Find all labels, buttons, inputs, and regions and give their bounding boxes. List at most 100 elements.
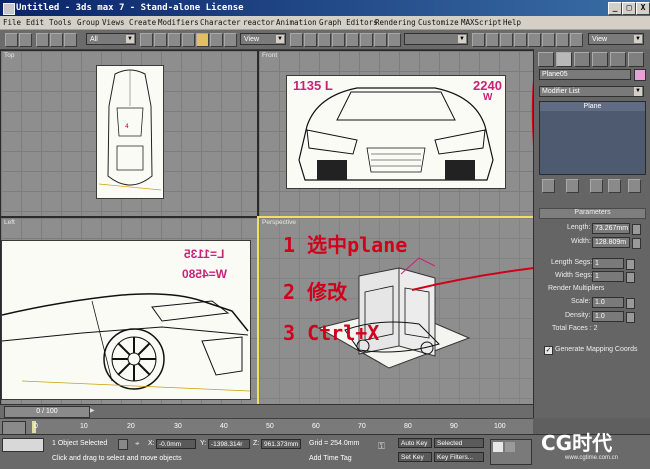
select-link-icon[interactable] (36, 33, 49, 47)
viewport-label[interactable]: Top (4, 52, 14, 59)
key-filters-button[interactable]: Key Filters... (434, 452, 484, 462)
stack-item-plane[interactable]: Plane (540, 102, 645, 111)
go-to-start-icon[interactable] (493, 442, 503, 452)
select-by-name-icon[interactable] (154, 33, 167, 47)
modifier-stack[interactable]: Plane (539, 101, 646, 175)
menu-edit[interactable]: Edit (26, 18, 44, 27)
window-crossing-icon[interactable] (182, 33, 195, 47)
maximize-button[interactable]: □ (622, 2, 636, 15)
align-icon[interactable] (318, 33, 331, 47)
pin-stack-icon[interactable] (542, 179, 555, 193)
select-and-move-icon[interactable] (196, 33, 209, 47)
object-color-swatch[interactable] (634, 69, 646, 81)
configure-modifier-sets-icon[interactable] (628, 179, 641, 193)
scale-field[interactable]: 1.0 (592, 297, 624, 308)
y-coordinate-field[interactable]: -1398.314r (208, 439, 250, 449)
menu-animation[interactable]: Animation (276, 18, 317, 27)
width-segs-spinner[interactable] (626, 272, 635, 283)
viewport-label[interactable]: Front (262, 52, 277, 59)
render-type-icon[interactable] (486, 33, 499, 47)
select-and-scale-icon[interactable] (224, 33, 237, 47)
generate-mapping-checkbox[interactable]: ✓ (544, 346, 553, 355)
menu-group[interactable]: Group (77, 18, 100, 27)
maxscript-listener-mini[interactable] (2, 438, 44, 452)
viewport-left[interactable]: Left L=1135 W=4580 (0, 217, 258, 405)
selected-dropdown[interactable]: Selected (434, 438, 484, 448)
play-icon[interactable] (505, 442, 515, 452)
layer-manager-icon[interactable] (332, 33, 345, 47)
track-bar[interactable]: 0 10 20 30 40 50 60 70 80 90 100 (0, 418, 533, 435)
z-coordinate-field[interactable]: 961.373mm (261, 439, 301, 449)
density-spinner[interactable] (626, 312, 635, 323)
hierarchy-tab-icon[interactable] (574, 52, 590, 67)
length-segs-field[interactable]: 1 (592, 258, 624, 269)
viewport-front[interactable]: Front 1135 L 2240 W (258, 50, 534, 217)
width-field[interactable]: 128.809m (592, 237, 630, 248)
absolute-mode-icon[interactable]: ⌖ (135, 439, 144, 448)
menu-modifiers[interactable]: Modifiers (158, 18, 199, 27)
activeshade-icon[interactable] (528, 33, 541, 47)
scale-spinner[interactable] (626, 298, 635, 309)
redo-icon[interactable] (19, 33, 32, 47)
motion-tab-icon[interactable] (592, 52, 608, 67)
menu-graph-editors[interactable]: Graph Editors (319, 18, 378, 27)
create-tab-icon[interactable] (538, 52, 554, 67)
playback-controls[interactable] (490, 439, 532, 465)
bind-space-warp-icon[interactable] (64, 33, 77, 47)
curve-editor-icon[interactable] (346, 33, 359, 47)
angle-snap-icon[interactable] (556, 33, 569, 47)
snap-toggle-icon[interactable] (542, 33, 555, 47)
menu-customize[interactable]: Customize (418, 18, 459, 27)
material-editor-icon[interactable] (374, 33, 387, 47)
width-segs-field[interactable]: 1 (592, 271, 624, 282)
modifier-list-dropdown[interactable]: Modifier List ▼ (539, 86, 644, 97)
schematic-view-icon[interactable] (360, 33, 373, 47)
mirror-icon[interactable] (304, 33, 317, 47)
reference-coordinate-dropdown[interactable]: View ▼ (240, 33, 286, 45)
named-selection-dropdown[interactable]: ▼ (404, 33, 468, 45)
viewport-label[interactable]: Left (4, 219, 15, 226)
close-button[interactable]: X (636, 2, 650, 15)
auto-key-button[interactable]: Auto Key (398, 438, 432, 448)
remove-modifier-icon[interactable] (608, 179, 621, 193)
length-field[interactable]: 73.267mm (592, 223, 630, 234)
make-unique-icon[interactable] (590, 179, 603, 193)
select-and-rotate-icon[interactable] (210, 33, 223, 47)
lock-selection-icon[interactable] (118, 439, 128, 450)
density-field[interactable]: 1.0 (592, 311, 624, 322)
menu-reactor[interactable]: reactor (243, 18, 275, 27)
quick-render-icon[interactable] (472, 33, 485, 47)
selection-filter-dropdown[interactable]: All ▼ (86, 33, 136, 45)
next-frame-icon[interactable]: ▶ (90, 408, 96, 414)
time-slider-thumb[interactable]: 0 / 100 (4, 406, 90, 418)
menu-maxscript[interactable]: MAXScript (461, 18, 502, 27)
rectangle-selection-icon[interactable] (168, 33, 181, 47)
menu-create[interactable]: Create (129, 18, 156, 27)
set-key-button[interactable]: Set Key (398, 452, 432, 462)
object-name-field[interactable]: Plane05 (539, 69, 631, 80)
utilities-tab-icon[interactable] (628, 52, 644, 67)
undo-icon[interactable] (5, 33, 18, 47)
mini-curve-editor-icon[interactable] (2, 421, 26, 435)
minimize-button[interactable]: _ (608, 2, 622, 15)
time-slider[interactable]: 0 / 100 ▶ (0, 404, 533, 418)
environment-icon[interactable] (500, 33, 513, 47)
pivot-center-icon[interactable] (290, 33, 303, 47)
length-spinner[interactable] (632, 224, 641, 235)
menu-rendering[interactable]: Rendering (375, 18, 416, 27)
length-segs-spinner[interactable] (626, 259, 635, 270)
menu-help[interactable]: Help (503, 18, 521, 27)
menu-tools[interactable]: Tools (49, 18, 72, 27)
view-dropdown[interactable]: View ▼ (588, 33, 644, 45)
render-last-icon[interactable] (514, 33, 527, 47)
key-icon[interactable]: ⚿ (378, 441, 392, 451)
width-spinner[interactable] (632, 238, 641, 249)
display-tab-icon[interactable] (610, 52, 626, 67)
parameters-rollout[interactable]: Parameters (539, 208, 646, 219)
menu-views[interactable]: Views (102, 18, 125, 27)
x-coordinate-field[interactable]: -0.0mm (156, 439, 196, 449)
add-time-tag-button[interactable]: Add Time Tag (309, 455, 352, 462)
modify-tab-icon[interactable] (556, 52, 572, 67)
viewport-top[interactable]: Top 4 (0, 50, 258, 217)
menu-file[interactable]: File (3, 18, 21, 27)
